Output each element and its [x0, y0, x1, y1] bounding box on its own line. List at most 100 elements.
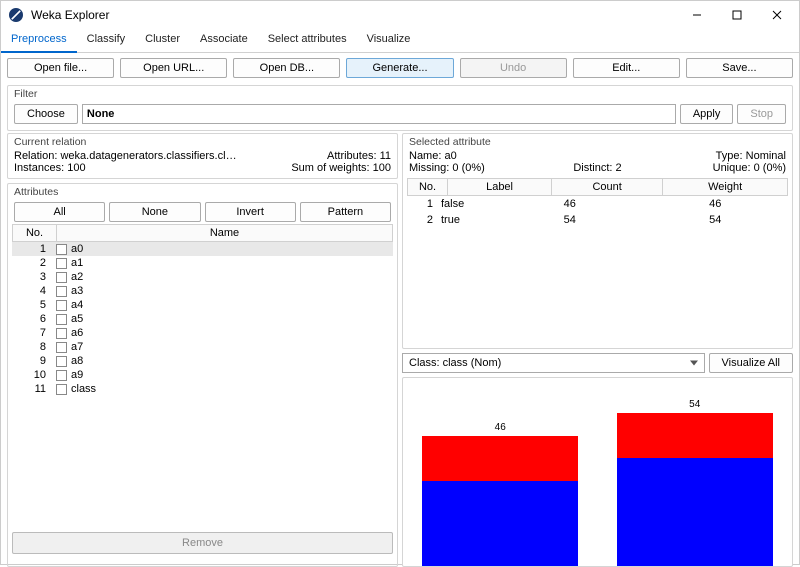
weka-logo-icon: [9, 8, 23, 22]
attr-name: a5: [71, 313, 83, 325]
instances-value: 100: [67, 162, 85, 174]
close-button[interactable]: [757, 1, 797, 29]
filter-choose-button[interactable]: Choose: [14, 104, 78, 124]
sumweights-row: Sum of weights: 100: [240, 162, 391, 174]
attr-all-button[interactable]: All: [14, 202, 105, 222]
tab-select-attributes[interactable]: Select attributes: [258, 29, 357, 52]
instances-label: Instances:: [14, 162, 64, 174]
sumweights-value: 100: [373, 162, 391, 174]
chart-bar: 54: [617, 413, 773, 566]
maximize-button[interactable]: [717, 1, 757, 29]
tab-visualize[interactable]: Visualize: [357, 29, 421, 52]
toolbar-edit-button[interactable]: Edit...: [573, 58, 680, 78]
attr-row[interactable]: 10a9: [12, 368, 393, 382]
selattr-missing: Missing: 0 (0%): [409, 162, 535, 174]
attr-checkbox[interactable]: [56, 342, 67, 353]
filter-apply-button[interactable]: Apply: [680, 104, 734, 124]
chart-bar-label: 46: [422, 422, 578, 433]
attr-row[interactable]: 6a5: [12, 312, 393, 326]
attr-name: a3: [71, 285, 83, 297]
attr-checkbox[interactable]: [56, 356, 67, 367]
attr-name: a7: [71, 341, 83, 353]
filter-stop-button[interactable]: Stop: [737, 104, 786, 124]
selected-attribute-panel: Selected attribute Name: a0 Type: Nomina…: [402, 133, 793, 349]
toolbar-undo-button[interactable]: Undo: [460, 58, 567, 78]
minimize-button[interactable]: [677, 1, 717, 29]
attr-checkbox[interactable]: [56, 272, 67, 283]
chart-bar: 46: [422, 436, 578, 566]
attr-row[interactable]: 7a6: [12, 326, 393, 340]
attr-name: a8: [71, 355, 83, 367]
tab-preprocess[interactable]: Preprocess: [1, 29, 77, 53]
tab-classify[interactable]: Classify: [77, 29, 136, 52]
selattr-list: 1false46462true5454: [407, 196, 788, 344]
relation-row: Relation: weka.datagenerators.classifier…: [14, 150, 240, 162]
sel-col-no[interactable]: No.: [408, 179, 448, 196]
chart-segment: [422, 481, 578, 566]
filter-value-field[interactable]: None: [82, 104, 676, 124]
attr-row[interactable]: 3a2: [12, 270, 393, 284]
tab-cluster[interactable]: Cluster: [135, 29, 190, 52]
sumweights-label: Sum of weights:: [291, 162, 369, 174]
attr-row[interactable]: 2a1: [12, 256, 393, 270]
attr-row[interactable]: 9a8: [12, 354, 393, 368]
titlebar: Weka Explorer: [1, 1, 799, 29]
selattr-name: Name: a0: [409, 150, 598, 162]
toolbar-open-file-button[interactable]: Open file...: [7, 58, 114, 78]
remove-button[interactable]: Remove: [12, 532, 393, 554]
chart-segment: [617, 413, 773, 458]
selattr-unique: Unique: 0 (0%): [660, 162, 786, 174]
relation-value: weka.datagenerators.classifiers.classifi…: [60, 150, 240, 162]
attr-col-name[interactable]: Name: [57, 225, 393, 242]
attr-checkbox[interactable]: [56, 370, 67, 381]
attr-name: a2: [71, 271, 83, 283]
sel-col-count[interactable]: Count: [552, 179, 663, 196]
attributes-buttons: AllNoneInvertPattern: [12, 200, 393, 224]
attr-name: class: [71, 383, 96, 395]
attr-checkbox[interactable]: [56, 258, 67, 269]
attr-checkbox[interactable]: [56, 384, 67, 395]
attr-row[interactable]: 11class: [12, 382, 393, 396]
attr-checkbox[interactable]: [56, 286, 67, 297]
toolbar: Open file... Open URL... Open DB... Generat…: [1, 53, 799, 83]
visualize-all-button[interactable]: Visualize All: [709, 353, 794, 373]
attr-row[interactable]: 5a4: [12, 298, 393, 312]
toolbar-save-button[interactable]: Save...: [686, 58, 793, 78]
toolbar-open-db-button[interactable]: Open DB...: [233, 58, 340, 78]
chart-segment: [617, 458, 773, 566]
attributes-list: 1a02a13a24a35a46a57a68a79a810a911class: [12, 242, 393, 528]
attr-checkbox[interactable]: [56, 328, 67, 339]
class-combo[interactable]: Class: class (Nom): [402, 353, 705, 373]
sel-col-weight[interactable]: Weight: [663, 179, 788, 196]
chart-segment: [422, 436, 578, 481]
attr-name: a1: [71, 257, 83, 269]
toolbar-generate-button[interactable]: Generate...: [346, 58, 453, 78]
selattr-row[interactable]: 2true5454: [407, 212, 788, 228]
attributes-value: 11: [380, 150, 391, 162]
attr-none-button[interactable]: None: [109, 202, 200, 222]
selected-attribute-title: Selected attribute: [407, 136, 788, 150]
histogram-chart: 46 54: [402, 377, 793, 567]
attr-invert-button[interactable]: Invert: [205, 202, 296, 222]
attr-name: a4: [71, 299, 83, 311]
window-title: Weka Explorer: [31, 8, 109, 22]
selattr-row[interactable]: 1false4646: [407, 196, 788, 212]
attributes-label: Attributes:: [327, 150, 377, 162]
attr-row[interactable]: 1a0: [12, 242, 393, 256]
attr-checkbox[interactable]: [56, 244, 67, 255]
attr-row[interactable]: 4a3: [12, 284, 393, 298]
toolbar-open-url-button[interactable]: Open URL...: [120, 58, 227, 78]
sel-col-label[interactable]: Label: [448, 179, 552, 196]
tab-associate[interactable]: Associate: [190, 29, 258, 52]
attr-checkbox[interactable]: [56, 300, 67, 311]
attr-col-no[interactable]: No.: [13, 225, 57, 242]
selattr-type: Type: Nominal: [598, 150, 787, 162]
attr-checkbox[interactable]: [56, 314, 67, 325]
attr-name: a6: [71, 327, 83, 339]
current-relation-panel: Current relation Relation: weka.datagene…: [7, 133, 398, 179]
current-relation-title: Current relation: [12, 136, 393, 150]
attr-pattern-button[interactable]: Pattern: [300, 202, 391, 222]
attr-name: a9: [71, 369, 83, 381]
attr-row[interactable]: 8a7: [12, 340, 393, 354]
class-row: Class: class (Nom) Visualize All: [402, 353, 793, 373]
